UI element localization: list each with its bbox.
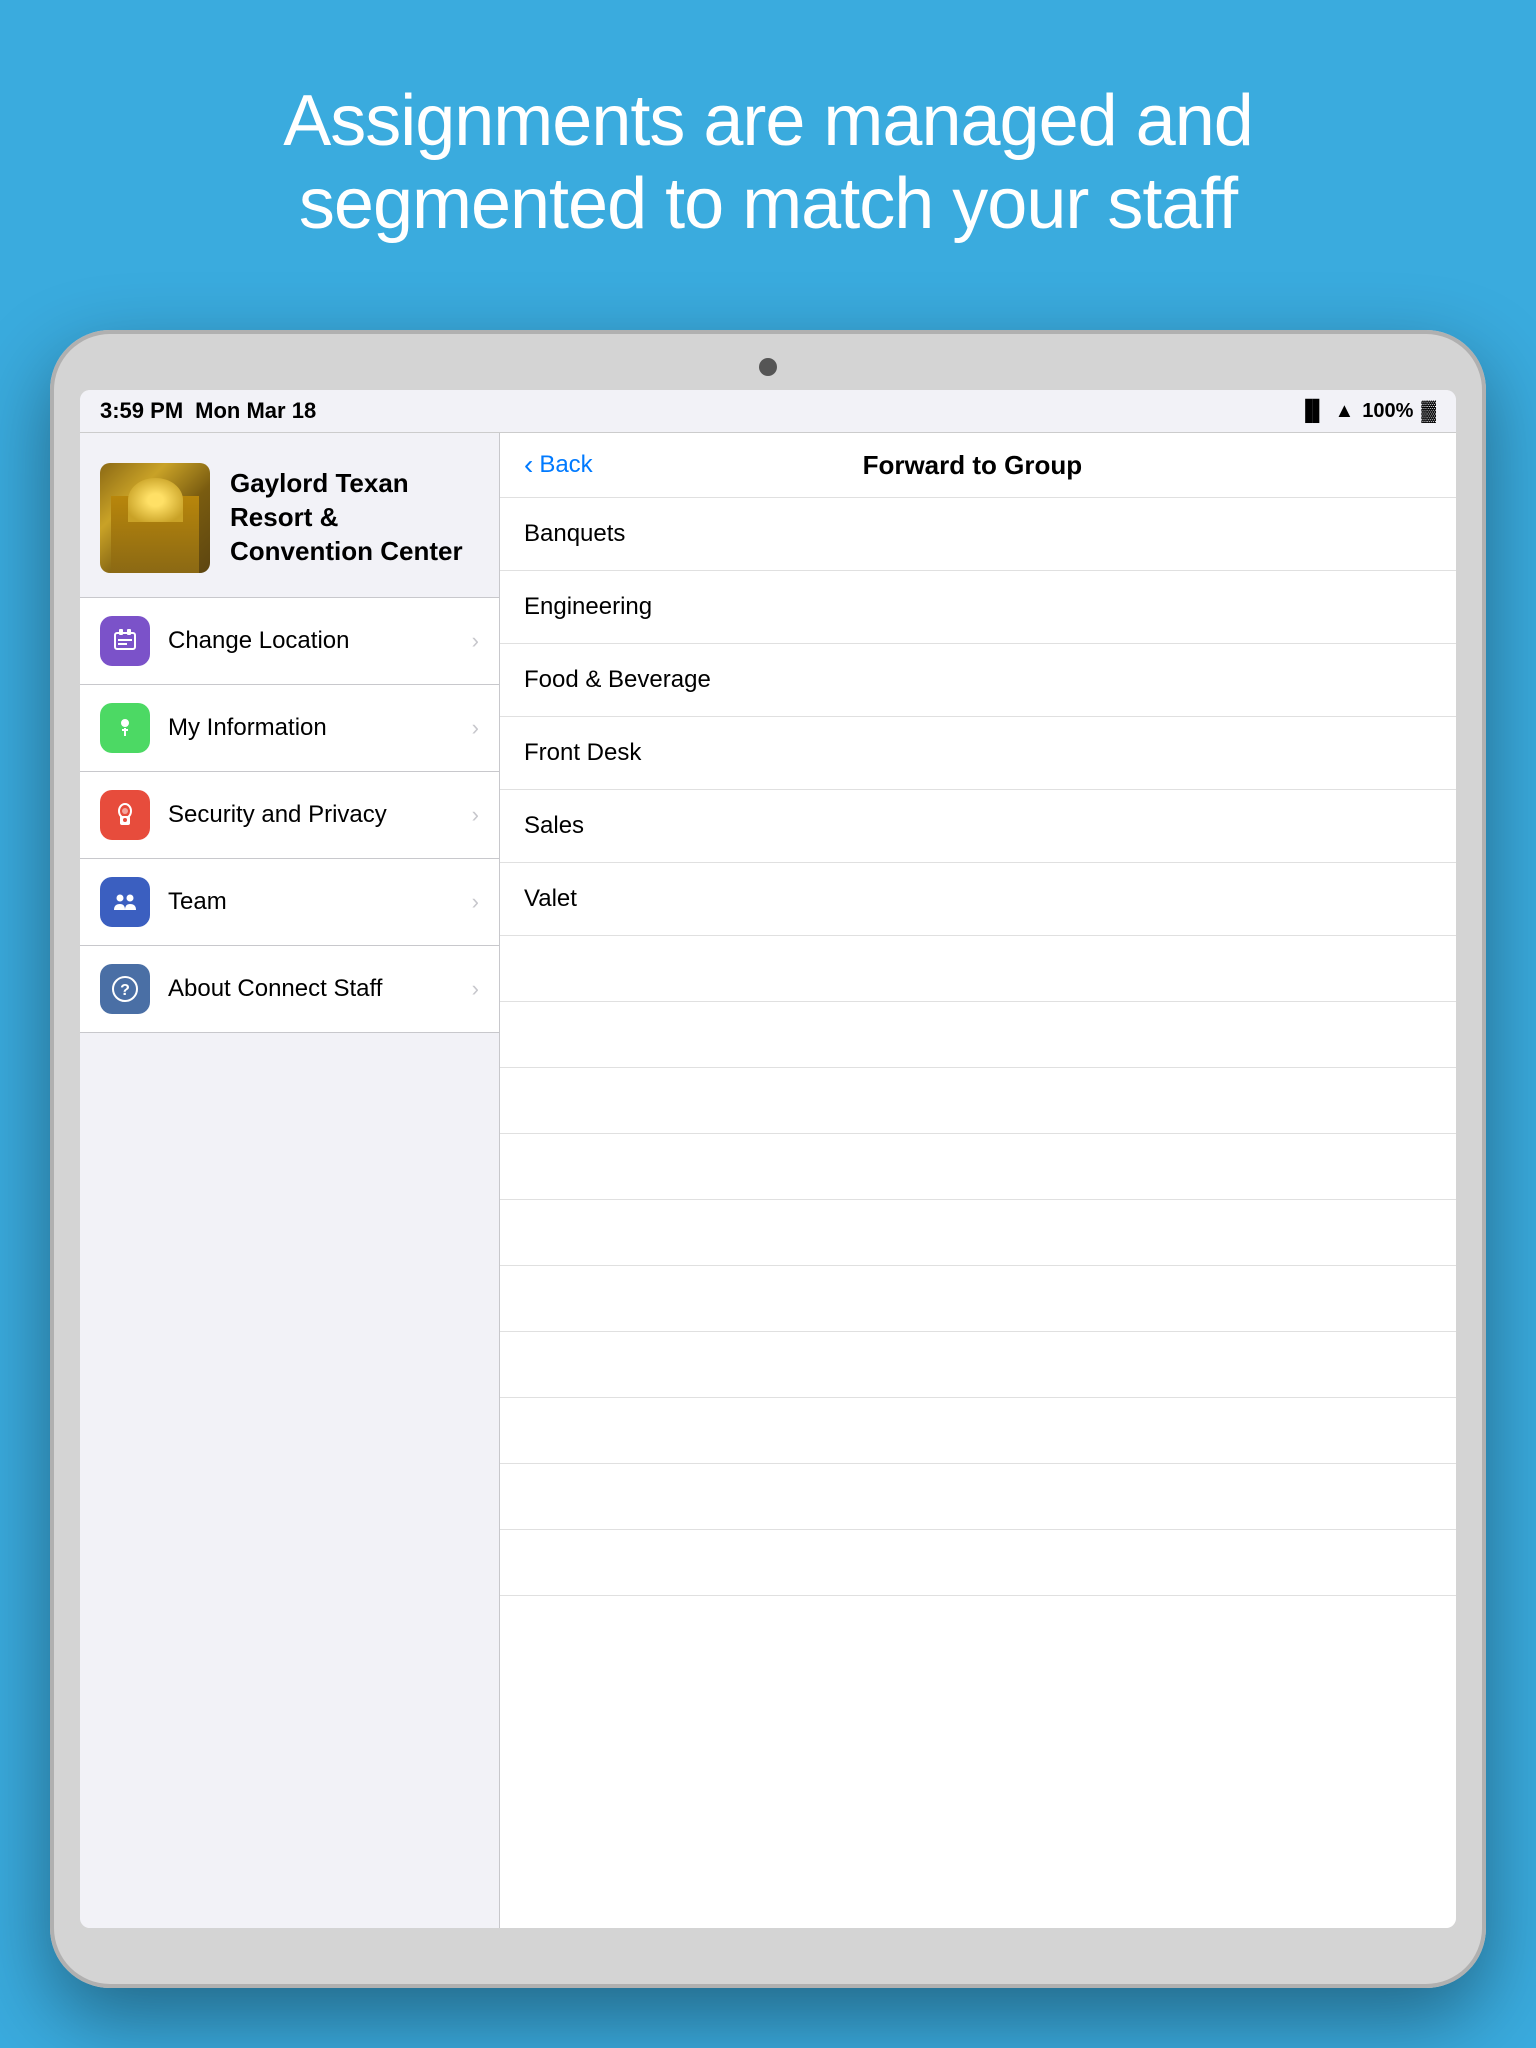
back-chevron-icon: ‹ (524, 449, 533, 481)
empty-row-9 (500, 1464, 1456, 1530)
hotel-image (100, 463, 210, 573)
nav-title: Forward to Group (593, 450, 1352, 481)
groups-list: Banquets Engineering Food & Beverage Fro… (500, 498, 1456, 1928)
empty-row-7 (500, 1332, 1456, 1398)
menu-list: Change Location › My Information (80, 598, 499, 1928)
security-privacy-icon (100, 790, 150, 840)
status-bar-left: 3:59 PM Mon Mar 18 (100, 398, 316, 424)
battery-icon: ▓ (1421, 400, 1436, 423)
screen-content: Gaylord Texan Resort & Convention Center (80, 433, 1456, 1928)
group-item-engineering[interactable]: Engineering (500, 571, 1456, 644)
empty-row-5 (500, 1200, 1456, 1266)
empty-row-6 (500, 1266, 1456, 1332)
headline-text: Assignments are managed and segmented to… (0, 0, 1536, 306)
wifi-icon: ▲ (1334, 400, 1354, 423)
tablet-screen: 3:59 PM Mon Mar 18 ▐▌ ▲ 100% ▓ Gaylord T… (80, 390, 1456, 1928)
camera-dot (759, 358, 777, 376)
team-label: Team (168, 888, 472, 916)
change-location-label: Change Location (168, 627, 472, 655)
about-chevron: › (472, 976, 479, 1002)
my-information-icon (100, 703, 150, 753)
about-label: About Connect Staff (168, 975, 472, 1003)
group-item-front-desk[interactable]: Front Desk (500, 717, 1456, 790)
change-location-icon (100, 616, 150, 666)
status-bar-right: ▐▌ ▲ 100% ▓ (1298, 400, 1436, 423)
sidebar-item-change-location[interactable]: Change Location › (80, 598, 499, 685)
sidebar-item-my-information[interactable]: My Information › (80, 685, 499, 772)
nav-bar: ‹ Back Forward to Group (500, 433, 1456, 498)
sidebar-item-about[interactable]: ? About Connect Staff › (80, 946, 499, 1033)
headline-line2: segmented to match your staff (299, 164, 1237, 244)
sidebar-item-team[interactable]: Team › (80, 859, 499, 946)
team-chevron: › (472, 889, 479, 915)
back-button[interactable]: ‹ Back (524, 449, 593, 481)
group-item-food-beverage[interactable]: Food & Beverage (500, 644, 1456, 717)
tablet-frame: 3:59 PM Mon Mar 18 ▐▌ ▲ 100% ▓ Gaylord T… (50, 330, 1486, 1988)
empty-row-3 (500, 1068, 1456, 1134)
hotel-header: Gaylord Texan Resort & Convention Center (80, 433, 499, 598)
hotel-name: Gaylord Texan Resort & Convention Center (230, 467, 479, 568)
sidebar: Gaylord Texan Resort & Convention Center (80, 433, 500, 1928)
right-panel: ‹ Back Forward to Group Banquets Enginee… (500, 433, 1456, 1928)
status-time: 3:59 PM (100, 398, 183, 424)
status-date: Mon Mar 18 (195, 398, 316, 424)
group-item-valet[interactable]: Valet (500, 863, 1456, 936)
back-label: Back (539, 451, 592, 479)
battery-text: 100% (1362, 400, 1413, 423)
team-icon (100, 877, 150, 927)
change-location-chevron: › (472, 628, 479, 654)
sidebar-item-security-privacy[interactable]: Security and Privacy › (80, 772, 499, 859)
empty-row-10 (500, 1530, 1456, 1596)
empty-row-1 (500, 936, 1456, 1002)
security-privacy-label: Security and Privacy (168, 801, 472, 829)
my-information-label: My Information (168, 714, 472, 742)
empty-row-8 (500, 1398, 1456, 1464)
about-icon: ? (100, 964, 150, 1014)
headline-line1: Assignments are managed and (283, 81, 1253, 161)
group-item-banquets[interactable]: Banquets (500, 498, 1456, 571)
security-privacy-chevron: › (472, 802, 479, 828)
my-information-chevron: › (472, 715, 479, 741)
group-item-sales[interactable]: Sales (500, 790, 1456, 863)
status-bar: 3:59 PM Mon Mar 18 ▐▌ ▲ 100% ▓ (80, 390, 1456, 433)
empty-row-4 (500, 1134, 1456, 1200)
signal-icon: ▐▌ (1298, 400, 1326, 423)
empty-row-2 (500, 1002, 1456, 1068)
svg-text:?: ? (120, 982, 130, 999)
